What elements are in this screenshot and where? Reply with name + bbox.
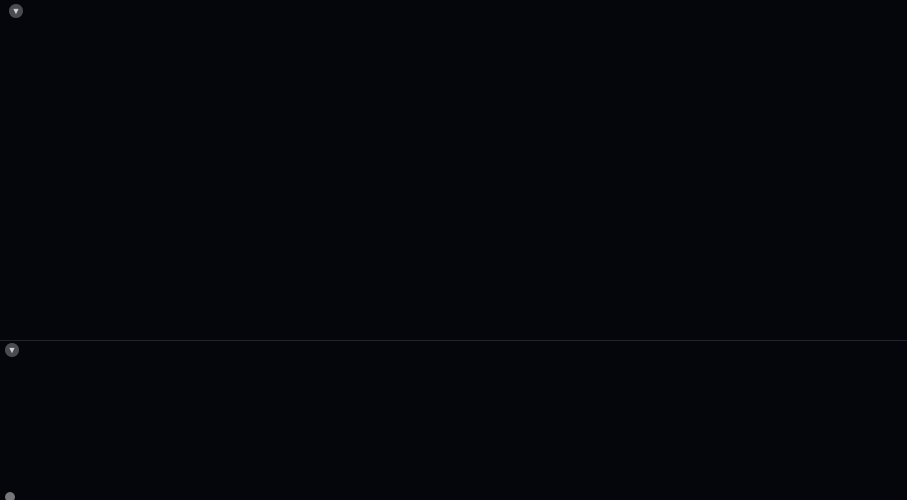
sub-panel-header: ▼	[0, 340, 907, 359]
chevron-down-icon[interactable]: ▼	[9, 4, 23, 18]
chevron-down-icon[interactable]: ▼	[5, 343, 19, 357]
trading-app-window: ▼ ▼	[0, 0, 907, 500]
chart-canvas[interactable]	[0, 0, 907, 500]
status-dot-icon	[5, 492, 15, 500]
indicator-header-bar: ▼	[0, 0, 907, 22]
status-row	[0, 491, 470, 500]
